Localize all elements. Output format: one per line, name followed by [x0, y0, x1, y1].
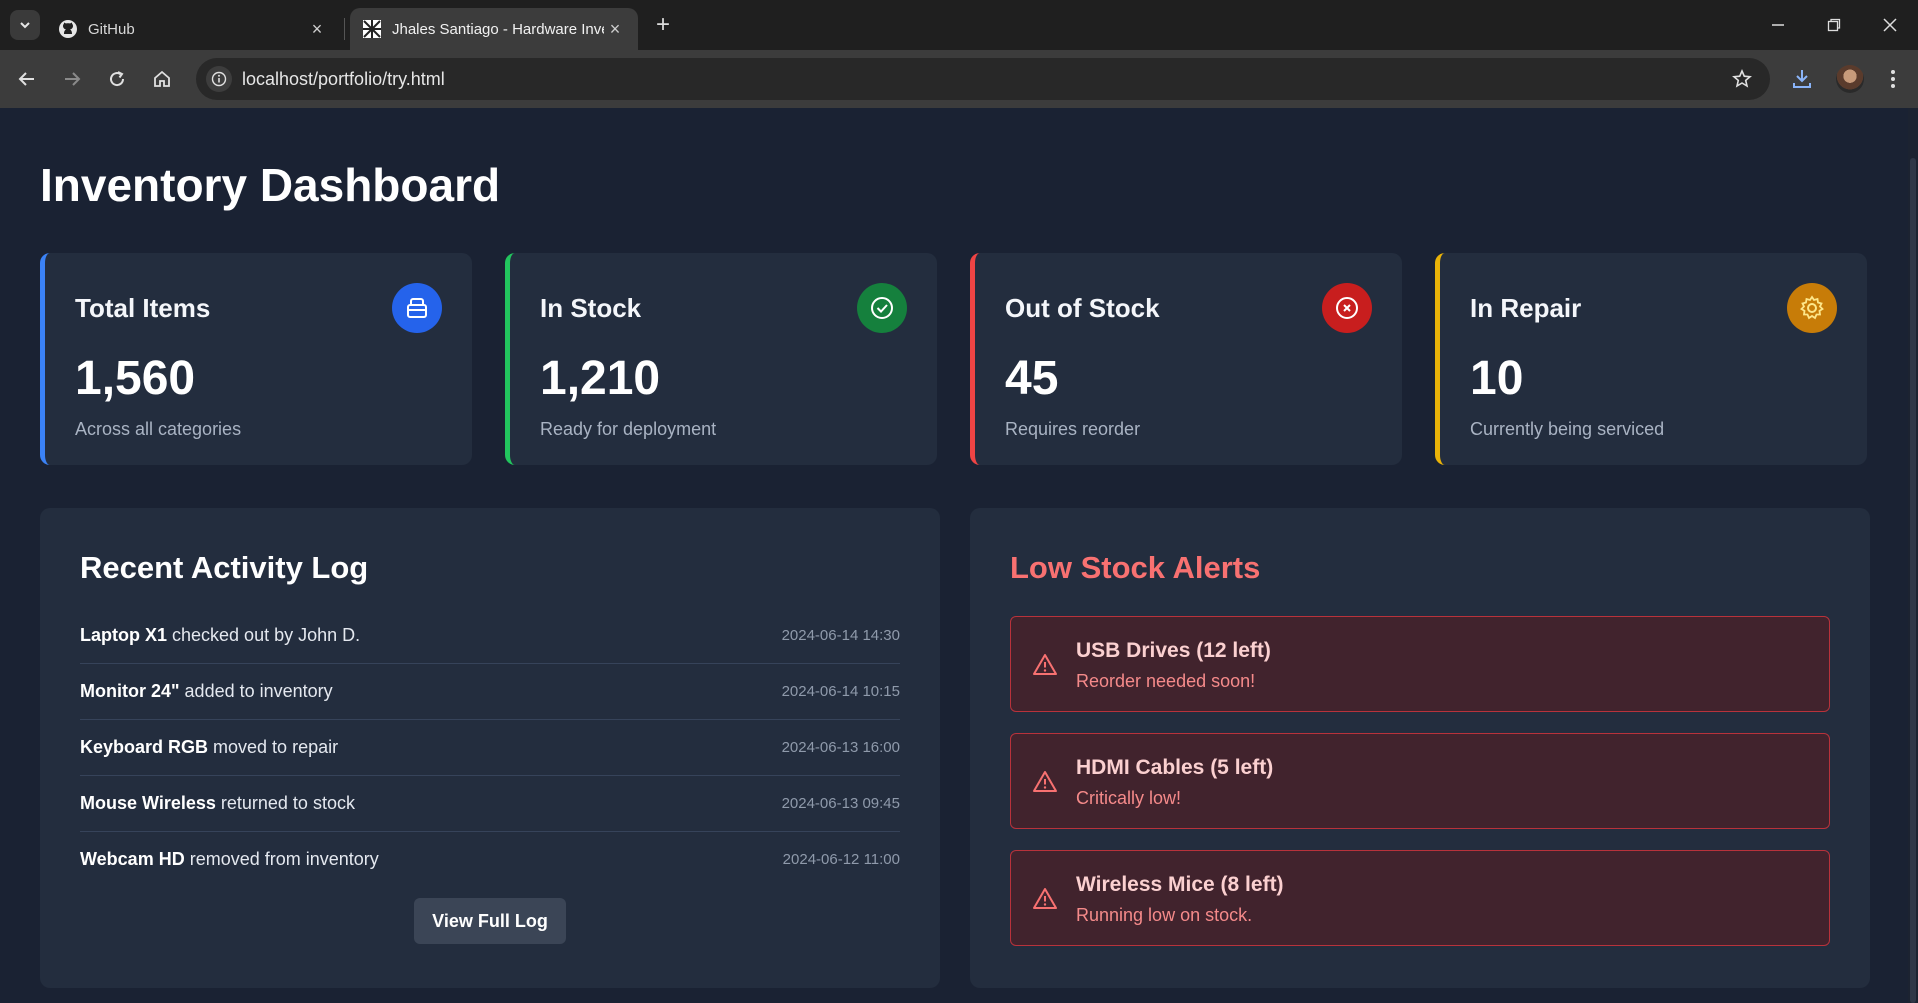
minimize-icon — [1772, 24, 1784, 26]
stat-label: Out of Stock — [1005, 293, 1160, 323]
home-icon — [154, 70, 170, 87]
log-item-name: Monitor 24" — [80, 681, 180, 701]
log-item-name: Laptop X1 — [80, 625, 168, 645]
log-item-description: checked out by John D. — [167, 625, 361, 645]
page-title: Inventory Dashboard — [40, 159, 501, 211]
tab-github[interactable]: GitHub × — [46, 8, 340, 50]
scrollbar-thumb[interactable] — [1910, 158, 1916, 1003]
home-button[interactable] — [147, 64, 177, 94]
alert-item: USB Drives (12 left) Reorder needed soon… — [1010, 616, 1830, 712]
bookmark-star-icon[interactable] — [1730, 67, 1754, 91]
stat-label: Total Items — [75, 293, 211, 323]
stat-subtitle: Currently being serviced — [1470, 419, 1665, 439]
log-timestamp: 2024-06-13 16:00 — [781, 739, 900, 756]
box-icon — [392, 283, 442, 333]
activity-log-panel: Recent Activity Log Laptop X1 checked ou… — [40, 508, 940, 988]
alert-message: Running low on stock. — [1076, 905, 1253, 925]
log-timestamp: 2024-06-12 11:00 — [782, 851, 900, 868]
download-icon — [1793, 70, 1811, 88]
close-window-button[interactable] — [1862, 0, 1918, 50]
stat-value: 10 — [1470, 352, 1524, 405]
restore-button[interactable] — [1806, 0, 1862, 50]
profile-avatar[interactable] — [1836, 65, 1864, 93]
restore-icon — [1827, 18, 1841, 32]
alert-item: HDMI Cables (5 left) Critically low! — [1010, 733, 1830, 829]
log-timestamp: 2024-06-13 09:45 — [781, 795, 900, 812]
stat-card-total-items: Total Items 1,560 Across all categories — [40, 253, 472, 465]
warning-triangle-icon — [1033, 654, 1057, 675]
site-info-icon[interactable] — [206, 66, 232, 92]
log-timestamp: 2024-06-14 10:15 — [781, 683, 900, 700]
stat-subtitle: Across all categories — [75, 419, 242, 439]
alert-title: USB Drives (12 left) — [1076, 639, 1271, 662]
minimize-button[interactable] — [1750, 0, 1806, 50]
alert-message: Reorder needed soon! — [1076, 671, 1256, 691]
warning-triangle-icon — [1033, 888, 1057, 909]
more-vertical-icon — [1891, 70, 1895, 88]
log-item-description: added to inventory — [179, 681, 333, 701]
reload-icon — [110, 71, 125, 87]
list-item: Webcam HD removed from inventory 2024-06… — [80, 832, 900, 887]
view-full-log-button[interactable]: View Full Log — [414, 898, 566, 944]
browser-tab-bar: GitHub × Jhales Santiago - Hardware Inve… — [0, 0, 1918, 50]
stat-card-out-of-stock: Out of Stock 45 Requires reorder — [970, 253, 1402, 465]
log-item-description: removed from inventory — [184, 849, 379, 869]
list-item: Mouse Wireless returned to stock 2024-06… — [80, 776, 900, 832]
browser-menu-button[interactable] — [1878, 64, 1908, 94]
list-item: Keyboard RGB moved to repair 2024-06-13 … — [80, 720, 900, 776]
close-icon — [1883, 18, 1897, 32]
stat-value: 1,560 — [75, 352, 196, 405]
activity-log-title: Recent Activity Log — [80, 550, 369, 585]
stat-card-in-repair: In Repair 10 Currently being serviced — [1435, 253, 1867, 465]
page-scrollbar[interactable] — [1908, 108, 1918, 1003]
alert-message: Critically low! — [1076, 788, 1182, 808]
stat-label: In Repair — [1470, 293, 1582, 323]
github-icon — [58, 19, 78, 39]
log-item-name: Mouse Wireless — [80, 793, 216, 813]
chevron-down-icon — [20, 22, 30, 29]
stat-label: In Stock — [540, 293, 642, 323]
new-tab-button[interactable]: + — [650, 11, 676, 38]
close-icon[interactable]: × — [306, 18, 328, 40]
log-item-description: moved to repair — [208, 737, 339, 757]
check-circle-icon — [857, 283, 907, 333]
address-bar[interactable]: localhost/portfolio/try.html — [196, 58, 1770, 100]
log-item-name: Webcam HD — [80, 849, 185, 869]
stat-subtitle: Requires reorder — [1005, 419, 1141, 439]
forward-button[interactable] — [57, 64, 87, 94]
browser-toolbar: localhost/portfolio/try.html — [0, 50, 1918, 108]
tab-title: GitHub — [88, 20, 135, 38]
list-item: Monitor 24" added to inventory 2024-06-1… — [80, 664, 900, 720]
stat-value: 1,210 — [540, 352, 661, 405]
arrow-left-icon — [18, 72, 34, 86]
low-stock-alerts-panel: Low Stock Alerts USB Drives (12 left) Re… — [970, 508, 1870, 988]
warning-triangle-icon — [1033, 771, 1057, 792]
log-timestamp: 2024-06-14 14:30 — [781, 627, 900, 644]
gear-icon — [1787, 283, 1837, 333]
back-button[interactable] — [12, 64, 42, 94]
list-item: Laptop X1 checked out by John D. 2024-06… — [80, 608, 900, 664]
log-item-name: Keyboard RGB — [80, 737, 209, 757]
downloads-button[interactable] — [1787, 64, 1817, 94]
tab-active[interactable]: Jhales Santiago - Hardware Inve × — [350, 8, 638, 50]
alert-title: Wireless Mice (8 left) — [1076, 873, 1284, 896]
alert-title: HDMI Cables (5 left) — [1076, 756, 1274, 779]
tab-divider — [344, 18, 345, 40]
reload-button[interactable] — [102, 64, 132, 94]
log-item-description: returned to stock — [215, 793, 355, 813]
activity-log-list: Laptop X1 checked out by John D. 2024-06… — [80, 608, 900, 887]
stat-subtitle: Ready for deployment — [540, 419, 717, 439]
site-favicon-icon — [362, 19, 382, 39]
page-content: Inventory Dashboard Total Items 1,560 Ac… — [0, 108, 1908, 1003]
low-stock-alerts-title: Low Stock Alerts — [1010, 550, 1261, 585]
close-icon[interactable]: × — [604, 18, 626, 40]
tab-search-button[interactable] — [10, 10, 40, 40]
stat-value: 45 — [1005, 352, 1059, 405]
alert-item: Wireless Mice (8 left) Running low on st… — [1010, 850, 1830, 946]
stat-card-in-stock: In Stock 1,210 Ready for deployment — [505, 253, 937, 465]
x-circle-icon — [1322, 283, 1372, 333]
url-text[interactable]: localhost/portfolio/try.html — [242, 69, 445, 90]
arrow-right-icon — [65, 72, 81, 86]
tab-title: Jhales Santiago - Hardware Inve — [392, 20, 604, 38]
